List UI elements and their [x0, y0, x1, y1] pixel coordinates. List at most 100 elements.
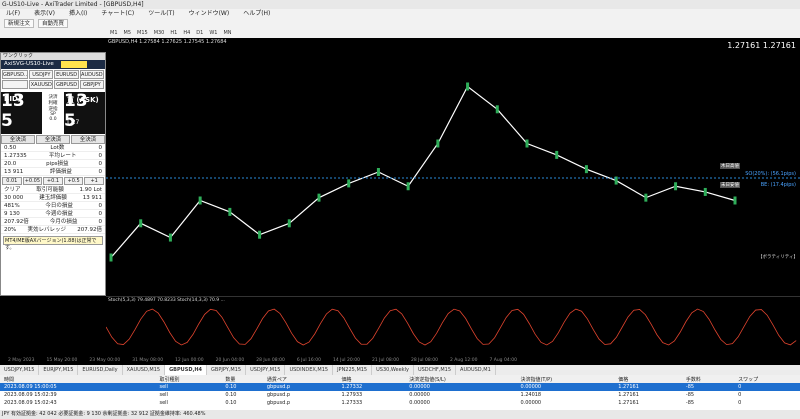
tab-jpn225-m15[interactable]: JPN225,M15	[333, 365, 373, 375]
tab-gbpusd-h4[interactable]: GBPUSD,H4	[165, 365, 208, 375]
cell: 2023.08.09 15:00:05	[0, 383, 156, 391]
price-chart[interactable]: GBPUSD,H4 1.27584 1.27625 1.27545 1.2768…	[106, 38, 800, 296]
kv-right: 0	[98, 203, 103, 209]
col-sl[interactable]: 決済逆指値(S/L)	[405, 375, 517, 383]
tab-eurjpy-m15[interactable]: EURJPY,M15	[39, 365, 79, 375]
close-all-sell-button[interactable]: 全決済	[1, 135, 35, 144]
menu-view[interactable]: 表示(V)	[34, 9, 55, 18]
menu-window[interactable]: ウィンドウ(W)	[189, 9, 230, 18]
symbol-audusd[interactable]: AUDUSD	[79, 70, 104, 79]
table-row[interactable]: 2023.08.09 15:00:05 sell 0.10 gbpusd.p 1.273…	[0, 383, 800, 391]
cell: 2023.08.09 15:02:39	[4, 392, 57, 398]
tab-gbpjpy-m15[interactable]: GBPJPY,M15	[207, 365, 247, 375]
date-tick: 14 Jul 20:00	[332, 358, 360, 363]
menu-tools[interactable]: ツール(T)	[148, 9, 174, 18]
window-title: G-US10-Live - AxiTrader Limited - [GBPUS…	[2, 1, 144, 8]
candle	[317, 193, 321, 202]
symbol-gbpjpy[interactable]: GBPJPY	[79, 80, 104, 89]
low-tag: 未日安値	[720, 182, 740, 188]
spread-box: 決済 利確 逆指 SP 0.0	[42, 92, 64, 134]
col-tp[interactable]: 決済指値(T/P)	[516, 375, 615, 383]
tab-usdjpy-m15-2[interactable]: USDJPY,M15	[246, 365, 286, 375]
table-row[interactable]: 2023.08.09 15:02:43 sell 0.10 gbpusd.p 1.273…	[0, 399, 800, 407]
table-row[interactable]: 2023.08.09 15:02:39 sell 0.10 gbpusd.p 1.279…	[0, 391, 800, 399]
buy-button[interactable]: 買 (ASK) 1.27 13 5	[64, 91, 105, 134]
cell: 0	[738, 392, 742, 398]
tab-usdchf-m15[interactable]: USDCHF,M15	[414, 365, 457, 375]
symbol-usdjpy[interactable]: USDJPY	[29, 70, 54, 79]
stochastic-subwindow[interactable]: Stoch(5,3,3) 79.4897 70.8233 Stoch(14,3,…	[105, 296, 800, 356]
kv-label: 今月の損益	[49, 219, 78, 225]
cell: 2023.08.09 15:02:43	[4, 400, 57, 406]
menu-help[interactable]: ヘルプ(H)	[243, 9, 270, 18]
tf-mn[interactable]: MN	[223, 29, 231, 38]
candle	[644, 193, 648, 202]
col-time[interactable]: 時間	[0, 375, 156, 383]
spread-value: 0.0	[49, 117, 57, 122]
date-tick: 28 Jul 08:00	[410, 358, 438, 363]
candle	[258, 230, 262, 239]
step-005[interactable]: +0.05	[22, 177, 43, 185]
tab-usdjpy-m15[interactable]: USDJPY,M15	[0, 365, 40, 375]
close-all-row: 全決済 全決済 全決済	[1, 135, 105, 144]
col-type[interactable]: 取引種別	[155, 375, 222, 383]
menu-chart[interactable]: チャート(C)	[101, 9, 134, 18]
tf-m30[interactable]: M30	[154, 29, 165, 38]
account-input[interactable]	[61, 61, 87, 68]
tf-h1[interactable]: H1	[170, 29, 177, 38]
so-label: SO(20%): (56.1pips)	[745, 171, 796, 177]
cell: gbpusd.p	[266, 400, 291, 406]
close-all-button[interactable]: 全決済	[36, 135, 70, 144]
col-current-price[interactable]: 価格	[614, 375, 682, 383]
col-price[interactable]: 価格	[337, 375, 406, 383]
menu-file[interactable]: ル(F)	[6, 9, 20, 18]
kv-right: 0	[98, 169, 102, 175]
step-01[interactable]: +0.1	[43, 177, 63, 185]
cell: 1.27161	[618, 392, 639, 398]
price-series-line	[110, 85, 736, 258]
tab-usdindex-m15[interactable]: USDINDEX,M15	[285, 365, 334, 375]
col-swap[interactable]: スワップ	[734, 375, 800, 383]
col-volume[interactable]: 数量	[221, 375, 263, 383]
close-all-buy-button[interactable]: 全決済	[71, 135, 105, 144]
auto-trade-button[interactable]: 自動売買	[38, 19, 69, 28]
date-tick: 28 Jun 08:00	[256, 358, 285, 363]
tf-d1[interactable]: D1	[196, 29, 203, 38]
tab-audusd-m1[interactable]: AUDUSD,M1	[456, 365, 496, 375]
symbol-gbpusd-select[interactable]: GBPUSD..	[2, 70, 29, 79]
tab-eurusd-daily[interactable]: EURUSD,Daily	[78, 365, 123, 375]
symbol-gbpusd[interactable]: GBPUSD	[54, 80, 79, 89]
step-1[interactable]: +1	[84, 177, 104, 185]
kv-left: 0.50	[4, 145, 17, 151]
tab-xauusd-m15[interactable]: XAUUSD,M15	[123, 365, 166, 375]
stochastic-canvas	[105, 308, 797, 346]
symbol-xauusd[interactable]: XAUUSD	[29, 80, 54, 89]
candle	[733, 196, 737, 205]
symbol-eurusd[interactable]: EURUSD	[54, 70, 79, 79]
tf-m15[interactable]: M15	[137, 29, 148, 38]
col-commission[interactable]: 手数料	[681, 375, 735, 383]
col-symbol[interactable]: 通貨ペア	[262, 375, 338, 383]
kv-right: 0	[98, 145, 103, 151]
cell: 1.27161	[618, 400, 639, 406]
tf-h4[interactable]: H4	[183, 29, 190, 38]
step-05[interactable]: +0.5	[63, 177, 84, 185]
kv-left: 13 911	[4, 169, 24, 175]
tf-m5[interactable]: M5	[124, 29, 132, 38]
menu-insert[interactable]: 挿入(I)	[69, 9, 87, 18]
chart-info: GBPUSD,H4 1.27584 1.27625 1.27545 1.2768…	[108, 39, 227, 45]
tf-w1[interactable]: W1	[209, 29, 217, 38]
clear-button[interactable]: クリア	[4, 186, 21, 193]
kv-right: 13 911	[82, 195, 102, 201]
step-001[interactable]: 0.01	[2, 177, 22, 185]
date-tick: 6 Jul 16:00	[296, 358, 321, 363]
tf-m1[interactable]: M1	[110, 29, 118, 38]
sell-button[interactable]: BID) 13 5	[1, 91, 42, 134]
date-tick: 2 May 2023	[8, 358, 35, 363]
tab-us30-weekly[interactable]: US30,Weekly	[372, 365, 414, 375]
candle	[139, 219, 143, 228]
kv-row: 207.92倍 今月の損益 0	[1, 218, 105, 226]
candle	[495, 105, 499, 114]
kv-row: 0.50 Lot数 0	[1, 144, 105, 152]
new-order-button[interactable]: 新規注文	[4, 19, 35, 28]
